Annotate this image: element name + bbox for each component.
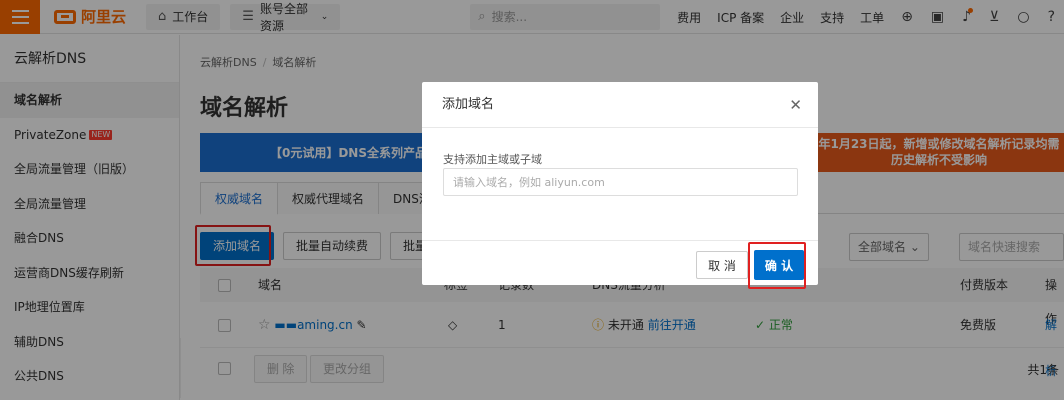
close-icon[interactable]: ✕: [789, 82, 802, 128]
dialog-title: 添加域名: [442, 97, 495, 112]
confirm-highlight-box: [748, 242, 806, 289]
domain-input[interactable]: [443, 168, 798, 196]
cancel-button[interactable]: 取 消: [696, 251, 748, 279]
domain-field-label: 支持添加主域或子域: [443, 153, 542, 166]
dialog-header: 添加域名 ✕: [422, 82, 818, 128]
